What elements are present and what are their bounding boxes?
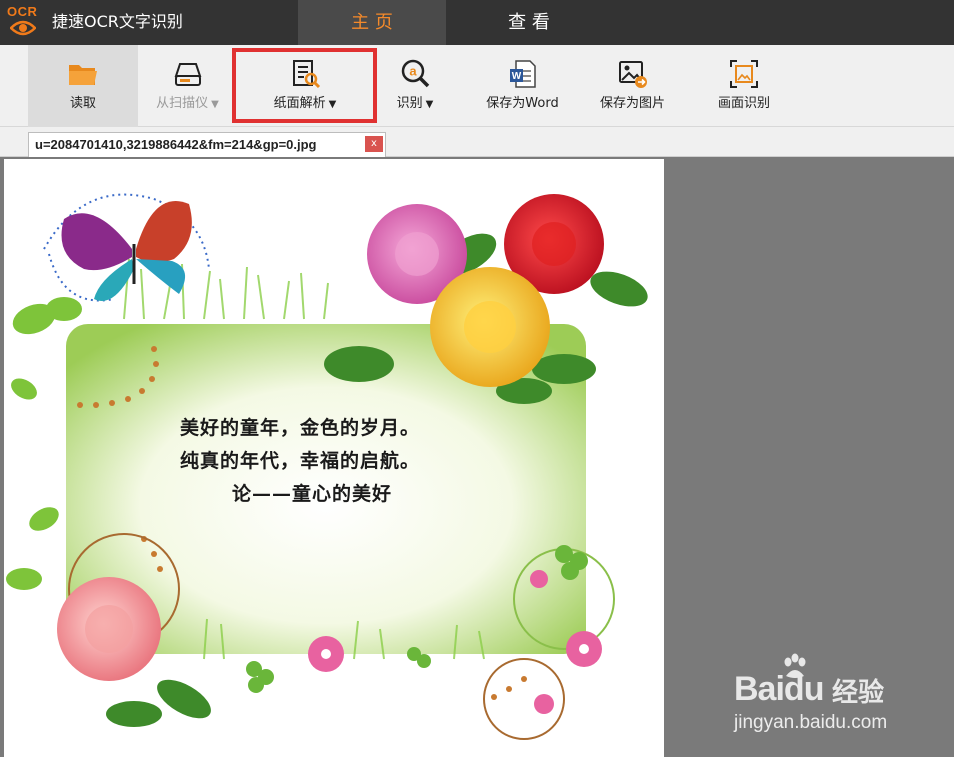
recognize-button[interactable]: a 识别 ▼ — [378, 45, 452, 127]
watermark-url: jingyan.baidu.com — [734, 712, 888, 733]
scanner-caret-icon: ▼ — [211, 99, 219, 110]
screen-capture-icon — [730, 60, 758, 88]
folder-icon — [69, 65, 97, 85]
recognize-magnifier-icon: a — [401, 59, 430, 88]
svg-text:a: a — [409, 64, 417, 79]
logo-text: OCR — [7, 4, 38, 19]
document-tab-strip: u=2084701410,3219886442&fm=214&gp=0.jpg … — [0, 127, 954, 157]
recognize-label: 识别 — [396, 96, 423, 111]
svg-text:W: W — [511, 71, 521, 82]
tab-home[interactable]: 主 页 — [298, 0, 446, 45]
scanner-icon — [174, 63, 201, 86]
app-title: 捷速OCR文字识别 — [52, 12, 183, 31]
poem-line-3: 论——童心的美好 — [232, 483, 393, 505]
save-word-button[interactable]: W 保存为Word — [470, 45, 575, 127]
document-tab[interactable]: u=2084701410,3219886442&fm=214&gp=0.jpg … — [28, 132, 386, 157]
title-bar: OCR 捷速OCR文字识别 主 页 查 看 — [0, 0, 954, 45]
document-filename: u=2084701410,3219886442&fm=214&gp=0.jpg — [35, 137, 317, 152]
scanner-button[interactable]: 从扫描仪 ▼ — [140, 45, 235, 127]
toolbar: 读取 从扫描仪 ▼ 纸面解析 ▼ a 识别 ▼ W 保存为Word 保存为图片 … — [0, 45, 954, 127]
document-search-icon — [293, 60, 321, 89]
close-tab-icon[interactable]: x — [365, 136, 383, 152]
tab-view[interactable]: 查 看 — [455, 0, 603, 45]
watermark-product: 经验 — [832, 678, 885, 708]
save-image-button[interactable]: 保存为图片 — [585, 45, 680, 127]
paper-analysis-button[interactable]: 纸面解析 ▼ — [236, 45, 374, 127]
paper-analysis-label: 纸面解析 — [273, 96, 326, 111]
recognize-caret-icon: ▼ — [425, 99, 434, 110]
word-document-icon: W — [509, 60, 536, 88]
eye-icon — [10, 20, 36, 36]
save-word-label: 保存为Word — [486, 96, 559, 111]
scanner-label: 从扫描仪 — [156, 96, 209, 111]
poem-line-2: 纯真的年代，幸福的启航。 — [180, 450, 421, 472]
area-recognize-label: 画面识别 — [717, 96, 770, 111]
app-logo: OCR — [6, 3, 42, 41]
baidu-watermark: Baidu 经验 jingyan.baidu.com — [720, 650, 950, 750]
image-export-icon — [618, 61, 647, 88]
paper-analysis-caret-icon: ▼ — [328, 99, 337, 110]
save-image-label: 保存为图片 — [599, 96, 665, 111]
image-preview: 美好的童年，金色的岁月。 纯真的年代，幸福的启航。 论——童心的美好 — [4, 159, 664, 757]
area-recognize-button[interactable]: 画面识别 — [700, 45, 788, 127]
read-button[interactable]: 读取 — [28, 45, 138, 127]
read-label: 读取 — [69, 96, 96, 111]
watermark-brand: Baidu — [734, 670, 824, 708]
poem-line-1: 美好的童年，金色的岁月。 — [180, 417, 421, 439]
